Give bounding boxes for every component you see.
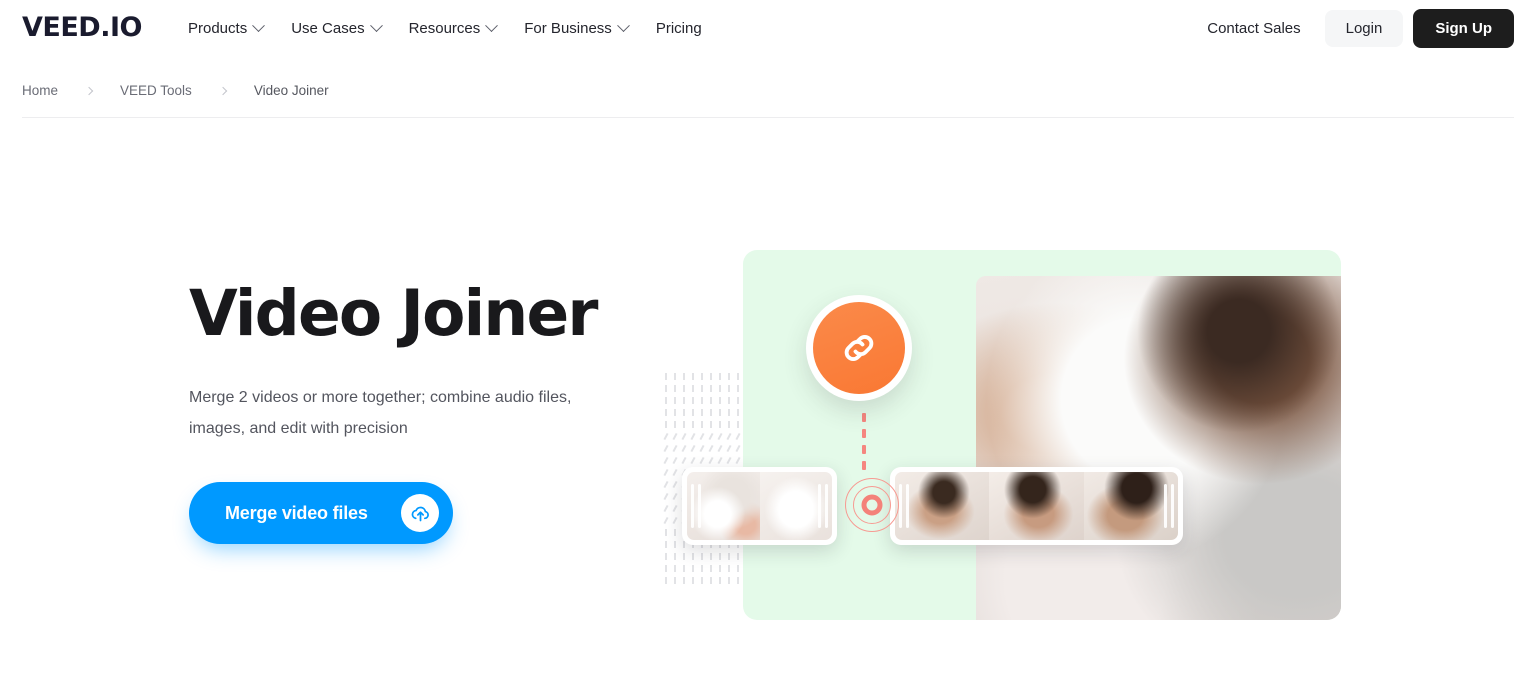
main-photo	[976, 276, 1341, 620]
cloud-upload-icon	[401, 494, 439, 532]
chevron-down-icon	[485, 18, 499, 32]
target-ring-inner	[861, 494, 883, 516]
nav-item-for-business[interactable]: For Business	[524, 12, 642, 45]
cta-label: Merge video files	[225, 502, 368, 523]
smiling-man-frame-1	[895, 472, 990, 540]
page-subtitle: Merge 2 videos or more together; combine…	[189, 389, 572, 437]
nav-item-label: Pricing	[655, 19, 702, 37]
chevron-down-icon	[369, 18, 383, 32]
header-actions: Contact Sales Login Sign Up	[1191, 0, 1514, 56]
record-target-icon	[844, 477, 900, 533]
merge-video-files-button[interactable]: Merge video files	[189, 482, 453, 544]
trim-handle-right[interactable]	[825, 484, 828, 528]
smiling-man-frame-2	[989, 472, 1084, 540]
nav-item-pricing[interactable]: Pricing	[656, 12, 716, 45]
primary-navigation: Products Use Cases Resources For Busines…	[188, 0, 716, 56]
nav-item-label: Use Cases	[291, 19, 365, 37]
cake-stand-frame	[759, 472, 832, 540]
nav-item-resources[interactable]: Resources	[409, 12, 511, 45]
clip-frames	[687, 472, 832, 540]
header-divider	[22, 117, 1514, 118]
nav-item-label: Resources	[408, 19, 481, 37]
breadcrumb-item-home[interactable]: Home	[22, 83, 58, 98]
page-title: Video Joiner	[189, 277, 598, 350]
nav-item-products[interactable]: Products	[188, 12, 277, 45]
chevron-down-icon	[616, 18, 630, 32]
breadcrumb-item-veed-tools[interactable]: VEED Tools	[120, 83, 192, 98]
hero-illustration	[660, 240, 1350, 630]
veed-logo[interactable]: VEED.IO	[22, 11, 142, 45]
contact-sales-link[interactable]: Contact Sales	[1191, 11, 1316, 46]
chevron-right-icon	[84, 86, 94, 95]
trim-handle-left[interactable]	[691, 484, 694, 528]
trim-handle-right[interactable]	[1171, 484, 1174, 528]
breadcrumb: Home VEED Tools Video Joiner	[22, 83, 329, 98]
clip-frames	[895, 472, 1178, 540]
nav-item-label: Products	[188, 19, 248, 37]
chevron-down-icon	[252, 18, 266, 32]
login-button[interactable]: Login	[1324, 9, 1404, 47]
trim-handle-right[interactable]	[1164, 484, 1167, 528]
dashed-line-icon	[862, 413, 866, 473]
link-icon	[813, 302, 905, 394]
trim-handle-left[interactable]	[698, 484, 701, 528]
nav-item-use-cases[interactable]: Use Cases	[291, 12, 394, 45]
site-header: VEED.IO Products Use Cases Resources For…	[0, 0, 1536, 56]
trim-handle-right[interactable]	[818, 484, 821, 528]
clip-faces[interactable]	[890, 467, 1183, 545]
main-photo-image	[976, 276, 1341, 620]
signup-button[interactable]: Sign Up	[1413, 8, 1514, 48]
nav-item-label: For Business	[524, 19, 612, 37]
link-badge	[806, 295, 912, 401]
chevron-right-icon	[218, 86, 228, 95]
trim-handle-left[interactable]	[906, 484, 909, 528]
clip-cake[interactable]	[682, 467, 837, 545]
breadcrumb-item-video-joiner: Video Joiner	[253, 83, 329, 98]
